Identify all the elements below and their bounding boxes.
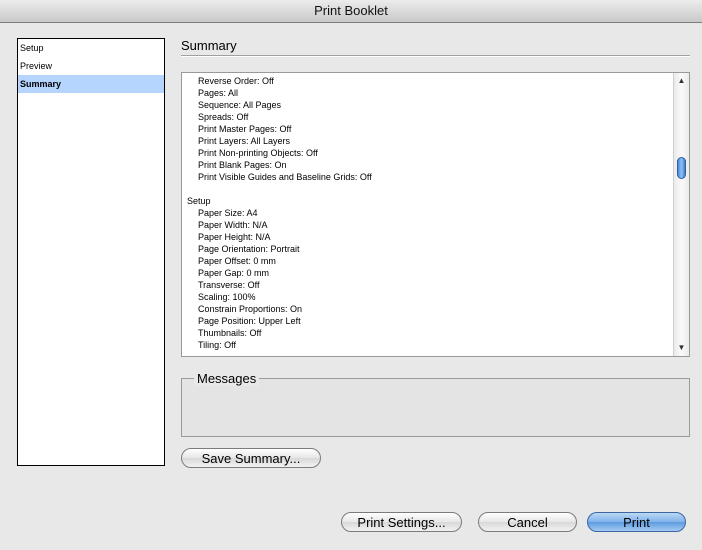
scroll-up-arrow-icon[interactable]: ▲ [674,75,689,87]
summary-line: Page Position: Upper Left [198,316,301,326]
summary-line: Spreads: Off [198,112,249,122]
sidebar-item-summary[interactable]: Summary [18,75,164,93]
summary-line: Tiling: Off [198,340,237,350]
summary-line: Pages: All [198,88,239,98]
summary-line: Transverse: Off [198,280,260,290]
summary-line: Print Visible Guides and Baseline Grids:… [198,172,372,182]
summary-line: Print Blank Pages: On [198,160,287,170]
summary-line: Print Layers: All Layers [198,136,291,146]
messages-box: Messages [181,371,690,437]
sidebar-item-preview[interactable]: Preview [18,57,164,75]
section-divider [181,55,690,57]
summary-scrollbar[interactable]: ▲ ▼ [673,73,689,356]
messages-heading: Messages [194,371,260,386]
summary-blank-line [187,183,667,195]
summary-line: Sequence: All Pages [198,100,282,110]
print-settings-button[interactable]: Print Settings... [341,512,462,532]
summary-line: Paper Size: A4 [198,208,258,218]
scroll-thumb[interactable] [677,157,686,179]
summary-line: Paper Offset: 0 mm [198,256,276,266]
summary-lines: Reverse Order: Off Pages: All Sequence: Al… [187,75,667,351]
summary-line: Print Non-printing Objects: Off [198,148,318,158]
summary-line: Scaling: 100% [198,292,256,302]
summary-line: Print Master Pages: Off [198,124,292,134]
summary-line: Paper Width: N/A [198,220,268,230]
summary-line: Reverse Order: Off [198,76,274,86]
sidebar-item-setup[interactable]: Setup [18,39,164,57]
sidebar-nav: Setup Preview Summary [17,38,165,466]
summary-line: Paper Gap: 0 mm [198,268,270,278]
summary-line: Constrain Proportions: On [198,304,303,314]
print-button[interactable]: Print [587,512,686,532]
scroll-down-arrow-icon[interactable]: ▼ [674,342,689,354]
summary-heading: Summary [181,38,237,53]
summary-line: Paper Height: N/A [198,232,271,242]
summary-line: Page Orientation: Portrait [198,244,300,254]
summary-section-heading: Setup [187,196,211,206]
summary-line: Thumbnails: Off [198,328,262,338]
window-title: Print Booklet [0,0,702,23]
cancel-button[interactable]: Cancel [478,512,577,532]
save-summary-button[interactable]: Save Summary... [181,448,321,468]
summary-text-area[interactable]: Reverse Order: Off Pages: All Sequence: Al… [181,72,690,357]
